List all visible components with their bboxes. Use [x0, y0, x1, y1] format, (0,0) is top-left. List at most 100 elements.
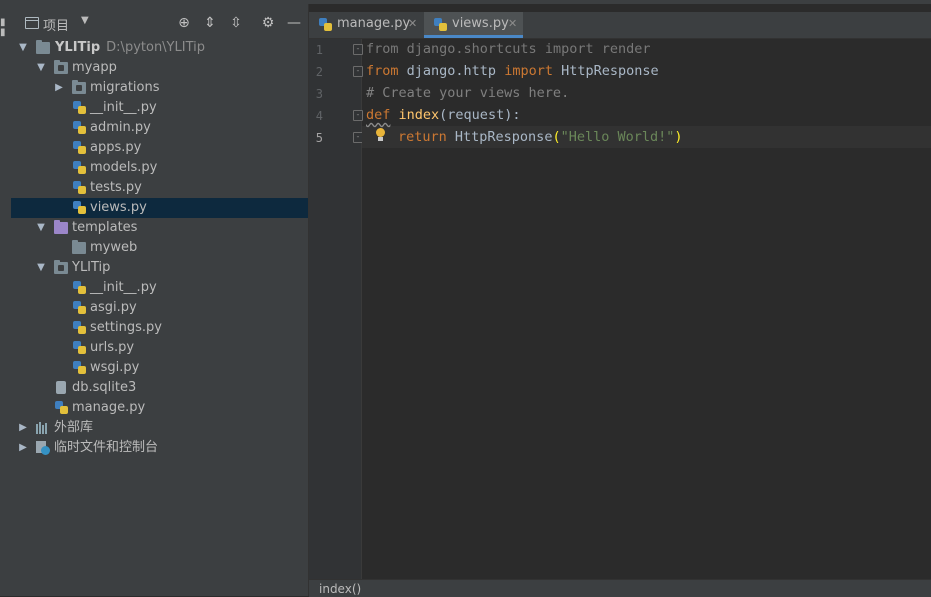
tree-item-label: asgi.py	[90, 300, 137, 315]
tree-item-label: apps.py	[90, 140, 142, 155]
expand-all-icon[interactable]: ⇕	[201, 13, 219, 33]
python-file-icon	[55, 401, 68, 415]
line-number-gutter[interactable]: 1 2 3 4 5 - - - -	[309, 39, 363, 579]
tree-item-external-libraries[interactable]: ▶ 外部库	[11, 418, 308, 438]
line-number: 1	[315, 43, 323, 57]
tree-item-myapp[interactable]: ▼ myapp	[11, 58, 308, 78]
tree-item-label: manage.py	[72, 400, 146, 415]
chevron-right-icon[interactable]: ▶	[53, 78, 65, 98]
tree-item-label: db.sqlite3	[72, 380, 137, 395]
tree-item-migrations[interactable]: ▶ migrations	[11, 78, 308, 98]
chevron-down-icon[interactable]: ▼	[81, 15, 89, 26]
project-panel-title[interactable]: 项目	[43, 15, 69, 34]
collapse-all-icon[interactable]: ⇳	[227, 13, 245, 33]
tree-item-wsgi-py[interactable]: wsgi.py	[11, 358, 308, 378]
tree-item-label: __init__.py	[90, 280, 157, 295]
project-tree[interactable]: ▼ YLITip D:\pyton\YLITip ▼ myapp ▶ migrat…	[11, 38, 308, 458]
chevron-right-icon[interactable]: ▶	[17, 438, 29, 458]
tree-item-label: tests.py	[90, 180, 142, 195]
chevron-down-icon[interactable]: ▼	[17, 38, 29, 58]
tab-label: manage.py	[337, 16, 411, 31]
breadcrumb[interactable]: index()	[319, 582, 361, 596]
python-file-icon	[73, 281, 86, 295]
code-line-2: from django.http import HttpResponse	[366, 63, 659, 79]
scratches-icon	[36, 441, 50, 455]
tree-item-templates[interactable]: ▼ templates	[11, 218, 308, 238]
line-number: 3	[315, 87, 323, 101]
tree-item-label: YLITip	[55, 40, 101, 55]
close-icon[interactable]: ✕	[508, 12, 517, 36]
tree-item-label: myapp	[72, 60, 117, 75]
package-folder-icon	[72, 80, 86, 94]
gear-icon[interactable]: ⚙	[259, 13, 277, 33]
tree-item-ylitip-root[interactable]: ▼ YLITip D:\pyton\YLITip	[11, 38, 308, 58]
code-line-5: return HttpResponse("Hello World!")	[398, 129, 683, 145]
folder-icon	[36, 40, 50, 54]
tab-label: views.py	[452, 16, 509, 31]
line-number: 2	[315, 65, 323, 79]
tree-item-tests-py[interactable]: tests.py	[11, 178, 308, 198]
tree-item-urls-py[interactable]: urls.py	[11, 338, 308, 358]
python-file-icon	[73, 201, 86, 215]
python-file-icon	[73, 141, 86, 155]
python-file-icon	[73, 161, 86, 175]
tree-item-label: urls.py	[90, 340, 135, 355]
code-line-4: def index(request):	[366, 107, 521, 123]
chevron-down-icon[interactable]: ▼	[35, 258, 47, 278]
templates-folder-icon	[54, 220, 68, 234]
project-tool-icon[interactable]: ▮ ▮	[0, 18, 8, 58]
tree-item-label: templates	[72, 220, 138, 235]
tree-item-init-py[interactable]: __init__.py	[11, 278, 308, 298]
python-file-icon	[73, 121, 86, 135]
tree-item-label: views.py	[90, 200, 147, 215]
tree-item-init-py[interactable]: __init__.py	[11, 98, 308, 118]
python-file-icon	[73, 341, 86, 355]
python-file-icon	[73, 321, 86, 335]
python-file-icon	[73, 301, 86, 315]
project-toolbar: 项目 ▼ ⊕ ⇕ ⇳ ⚙ —	[11, 12, 308, 36]
tree-item-models-py[interactable]: models.py	[11, 158, 308, 178]
python-file-icon	[434, 18, 447, 32]
tree-item-label: myweb	[90, 240, 138, 255]
database-file-icon	[56, 381, 66, 394]
line-number: 5	[315, 131, 323, 145]
tree-item-ylitip-package[interactable]: ▼ YLITip	[11, 258, 308, 278]
package-folder-icon	[54, 60, 68, 74]
project-panel: 项目 ▼ ⊕ ⇕ ⇳ ⚙ — ▼ YLITip D:\pyton\YLITip ▼…	[11, 4, 309, 596]
project-view-icon[interactable]	[25, 17, 39, 29]
folder-icon	[72, 240, 86, 254]
project-path: D:\pyton\YLITip	[106, 40, 205, 55]
library-icon	[36, 422, 50, 434]
chevron-down-icon[interactable]: ▼	[35, 218, 47, 238]
tree-item-asgi-py[interactable]: asgi.py	[11, 298, 308, 318]
tree-item-apps-py[interactable]: apps.py	[11, 138, 308, 158]
lightbulb-icon[interactable]	[374, 128, 386, 146]
hide-icon[interactable]: —	[285, 13, 303, 33]
tree-item-label: migrations	[90, 80, 160, 95]
tree-item-myweb[interactable]: myweb	[11, 238, 308, 258]
code-line-3: # Create your views here.	[366, 85, 570, 101]
package-folder-icon	[54, 260, 68, 274]
tree-item-views-py[interactable]: views.py	[11, 198, 308, 218]
tree-item-label: models.py	[90, 160, 158, 175]
tree-item-manage-py[interactable]: manage.py	[11, 398, 308, 418]
python-file-icon	[73, 101, 86, 115]
tree-item-label: admin.py	[90, 120, 151, 135]
locate-icon[interactable]: ⊕	[175, 13, 193, 33]
tree-item-settings-py[interactable]: settings.py	[11, 318, 308, 338]
tab-views-py[interactable]: views.py ✕	[424, 12, 523, 38]
tab-manage-py[interactable]: manage.py ✕	[309, 12, 423, 38]
chevron-right-icon[interactable]: ▶	[17, 418, 29, 438]
python-file-icon	[319, 18, 332, 32]
breadcrumb-bar: index()	[309, 579, 931, 597]
editor-tabs: manage.py ✕ views.py ✕	[309, 12, 931, 39]
close-icon[interactable]: ✕	[408, 12, 417, 36]
chevron-down-icon[interactable]: ▼	[35, 58, 47, 78]
tree-item-scratches-and-consoles[interactable]: ▶ 临时文件和控制台	[11, 438, 308, 458]
line-number: 4	[315, 109, 323, 123]
python-file-icon	[73, 361, 86, 375]
code-line-1: from django.shortcuts import render	[366, 41, 651, 57]
code-editor[interactable]: from django.shortcuts import render from…	[362, 39, 931, 579]
tree-item-admin-py[interactable]: admin.py	[11, 118, 308, 138]
tree-item-db-sqlite3[interactable]: db.sqlite3	[11, 378, 308, 398]
